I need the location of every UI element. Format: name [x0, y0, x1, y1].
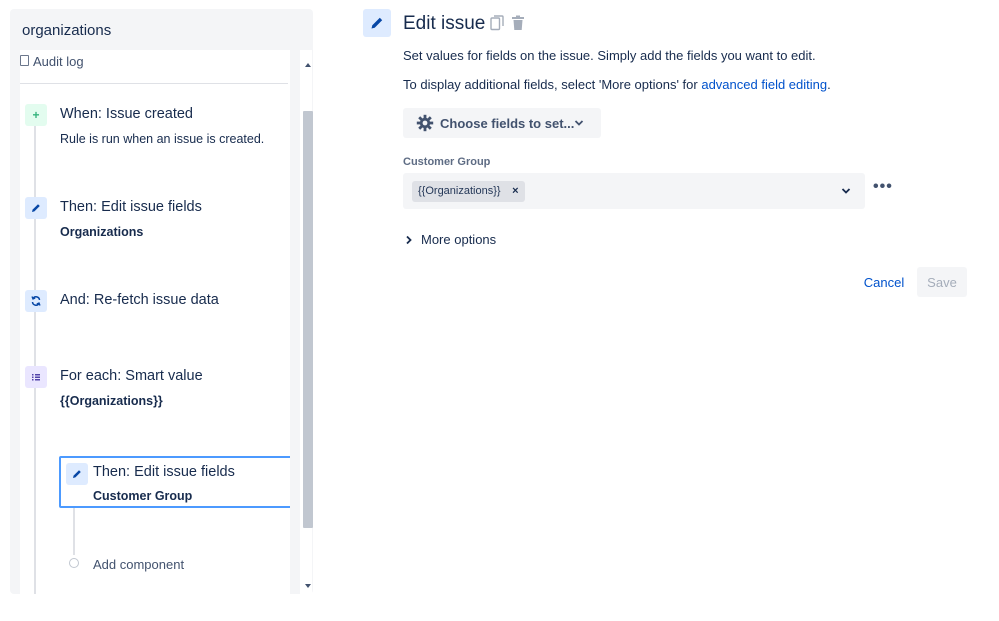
audit-log-link[interactable]: Audit log: [20, 54, 84, 69]
description-text: Set values for fields on the issue. Simp…: [403, 48, 816, 63]
pencil-icon: [363, 9, 391, 37]
page-title: Edit issue: [403, 13, 486, 34]
document-icon: [20, 55, 29, 66]
list-icon: [25, 366, 47, 388]
gear-icon: [416, 114, 434, 132]
component-edit-customer-group-selected[interactable]: Then: Edit issue fields Customer Group: [59, 456, 290, 508]
more-options-label: More options: [421, 232, 497, 247]
scrollbar-thumb[interactable]: [303, 111, 313, 528]
sidebar-scrollbar[interactable]: [300, 50, 313, 594]
chevron-right-icon: [406, 235, 412, 245]
component-list: Audit log + When: Issue created Rule is …: [20, 50, 290, 594]
rule-sidebar: organizations Audit log + When: Issue cr…: [10, 9, 313, 594]
divider: [20, 83, 288, 84]
hint-text: To display additional fields, select 'Mo…: [403, 77, 702, 92]
component-title: When: Issue created: [60, 106, 193, 122]
component-smart-value: {{Organizations}}: [60, 394, 163, 408]
scroll-up-icon[interactable]: [305, 63, 311, 67]
scroll-down-icon[interactable]: [305, 584, 311, 588]
choose-fields-label: Choose fields to set...: [440, 116, 575, 131]
advanced-field-editing-link[interactable]: advanced field editing: [701, 77, 827, 92]
chevron-down-icon[interactable]: [841, 187, 851, 195]
chevron-down-icon: [574, 120, 584, 126]
refresh-icon: [25, 290, 47, 312]
plus-icon: +: [25, 104, 47, 126]
copy-icon[interactable]: [490, 15, 504, 36]
component-field: Customer Group: [93, 489, 193, 503]
component-title: Then: Edit issue fields: [93, 464, 235, 480]
close-icon[interactable]: ×: [512, 181, 518, 202]
save-button[interactable]: Save: [917, 267, 967, 297]
component-field: Organizations: [60, 225, 144, 239]
more-fields-hint: To display additional fields, select 'Mo…: [403, 77, 831, 92]
pencil-icon: [66, 463, 88, 485]
value-chip: {{Organizations}} ×: [412, 181, 525, 202]
trash-icon[interactable]: [511, 15, 525, 36]
cancel-button[interactable]: Cancel: [857, 267, 911, 297]
chip-label: {{Organizations}}: [418, 185, 501, 197]
add-node-dot: [69, 558, 79, 568]
more-actions-icon[interactable]: •••: [873, 178, 893, 196]
branch-line: [73, 505, 75, 555]
customer-group-label: Customer Group: [403, 156, 491, 168]
pencil-icon: [25, 197, 47, 219]
component-title: Then: Edit issue fields: [60, 199, 202, 215]
rule-name: organizations: [22, 22, 112, 39]
component-description: Rule is run when an issue is created.: [60, 132, 265, 146]
component-title: And: Re-fetch issue data: [60, 292, 219, 308]
hint-suffix: .: [827, 77, 831, 92]
choose-fields-button[interactable]: Choose fields to set...: [403, 108, 601, 138]
add-component-button[interactable]: Add component: [93, 557, 184, 572]
customer-group-select[interactable]: {{Organizations}} ×: [403, 173, 865, 209]
audit-log-label: Audit log: [33, 54, 84, 69]
component-title: For each: Smart value: [60, 368, 203, 384]
